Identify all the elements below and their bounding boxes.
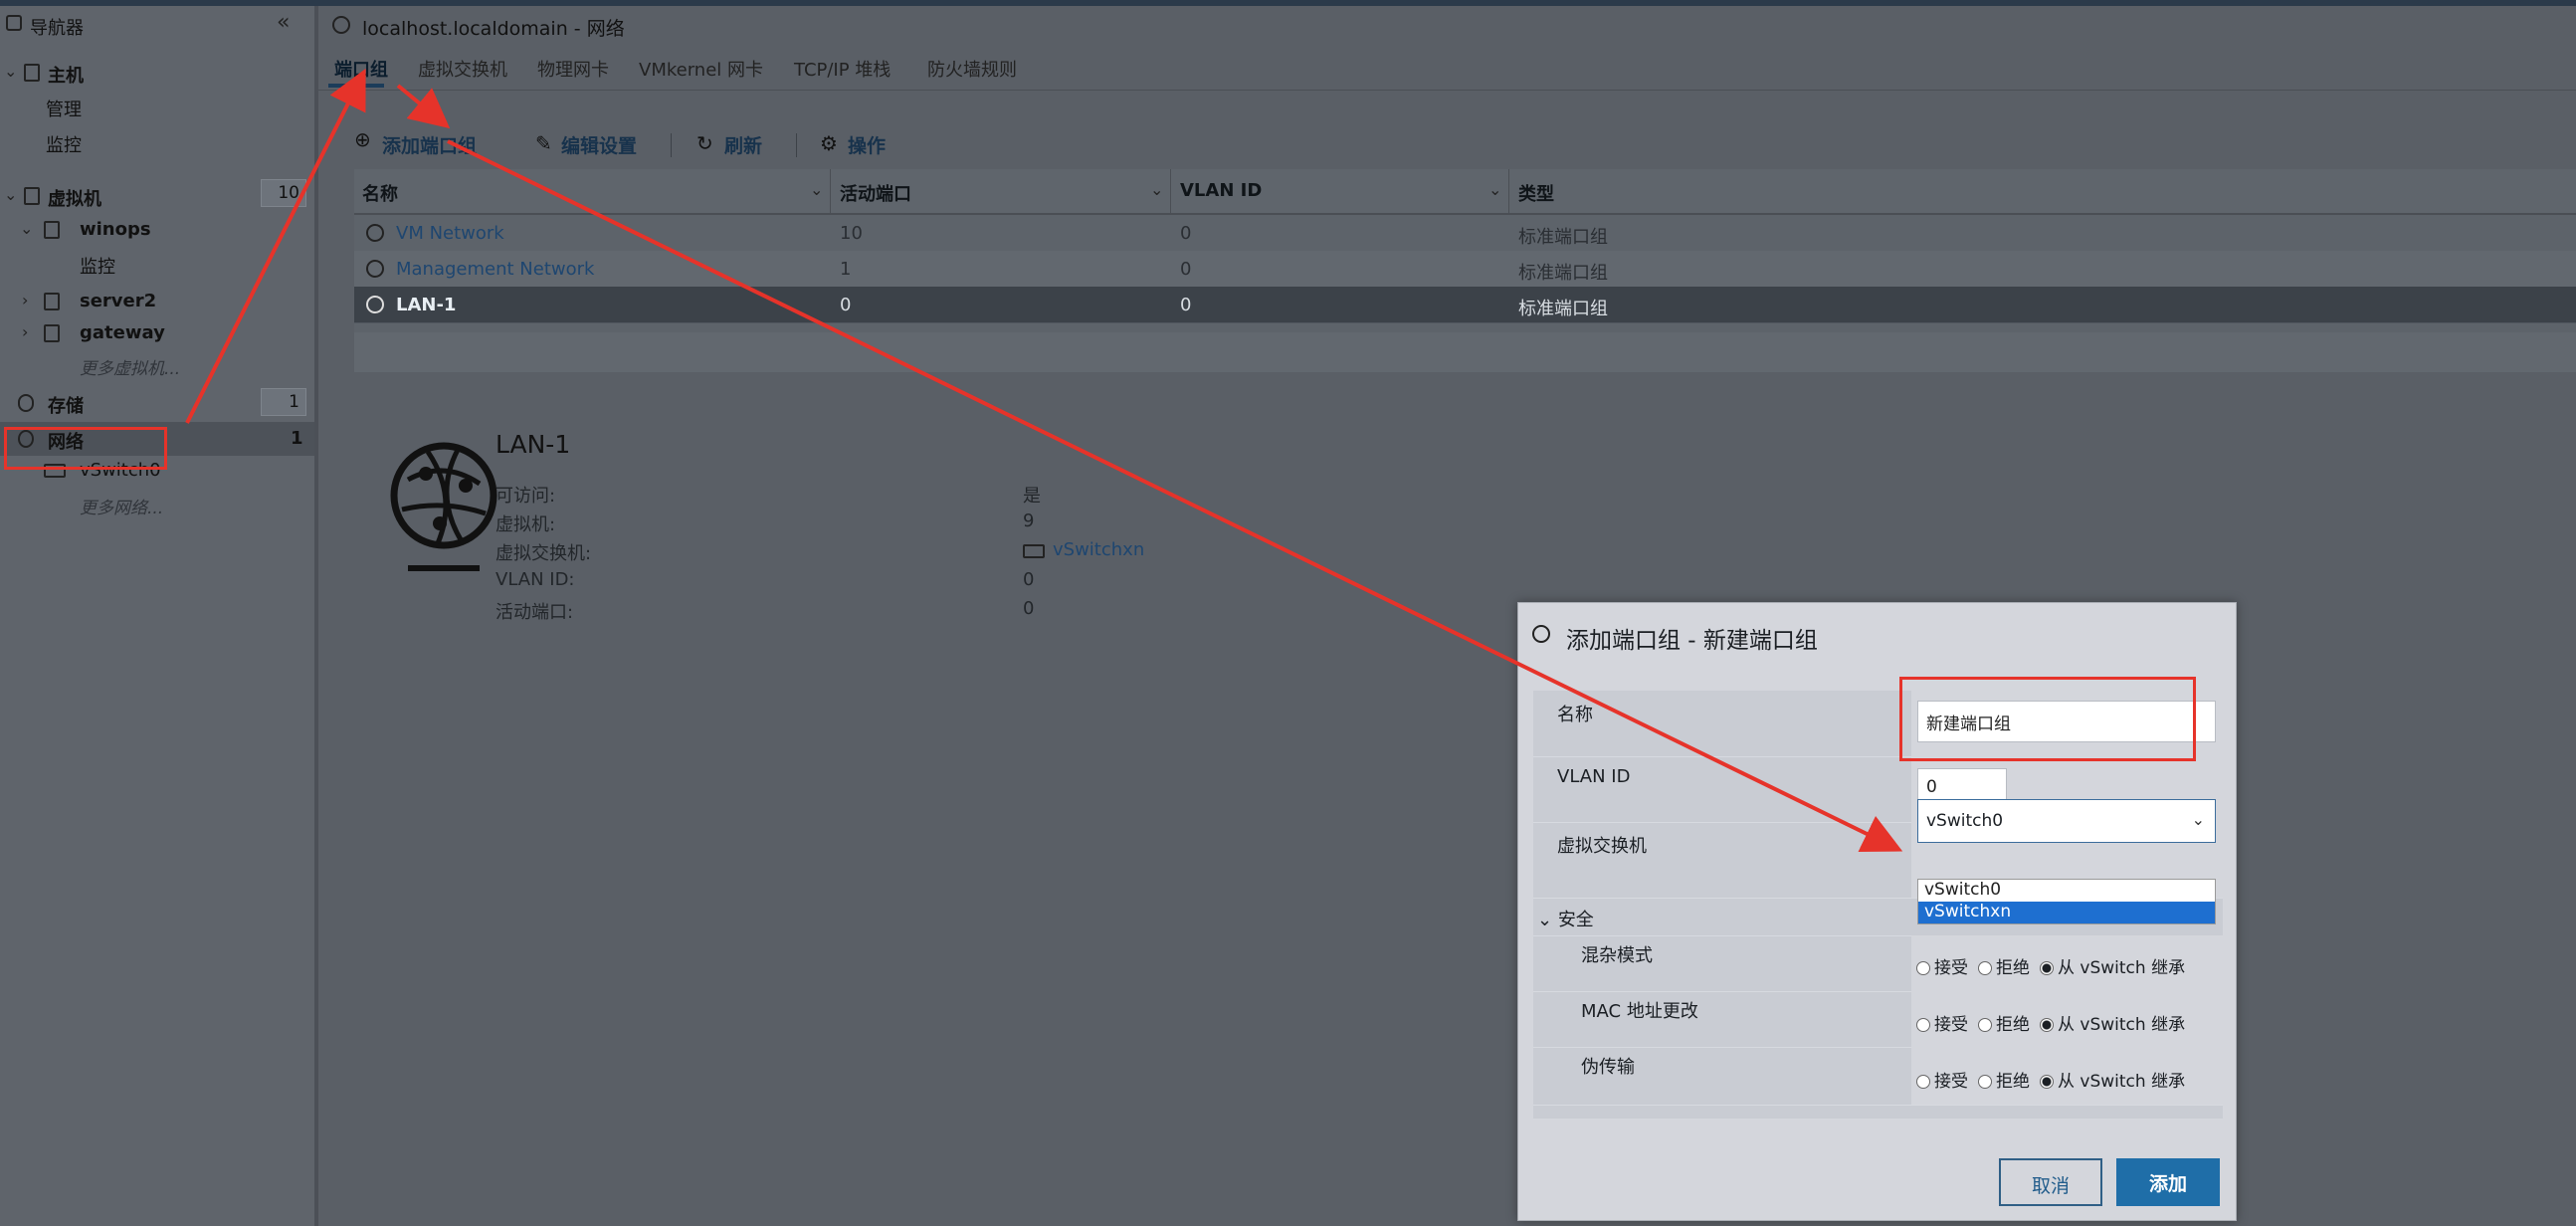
annotation-arrows [185, 68, 1903, 852]
arrow-add-to-vswitch [447, 139, 1903, 852]
arrow-tab-to-add [396, 84, 451, 129]
arrow-network-to-tab [185, 68, 366, 424]
